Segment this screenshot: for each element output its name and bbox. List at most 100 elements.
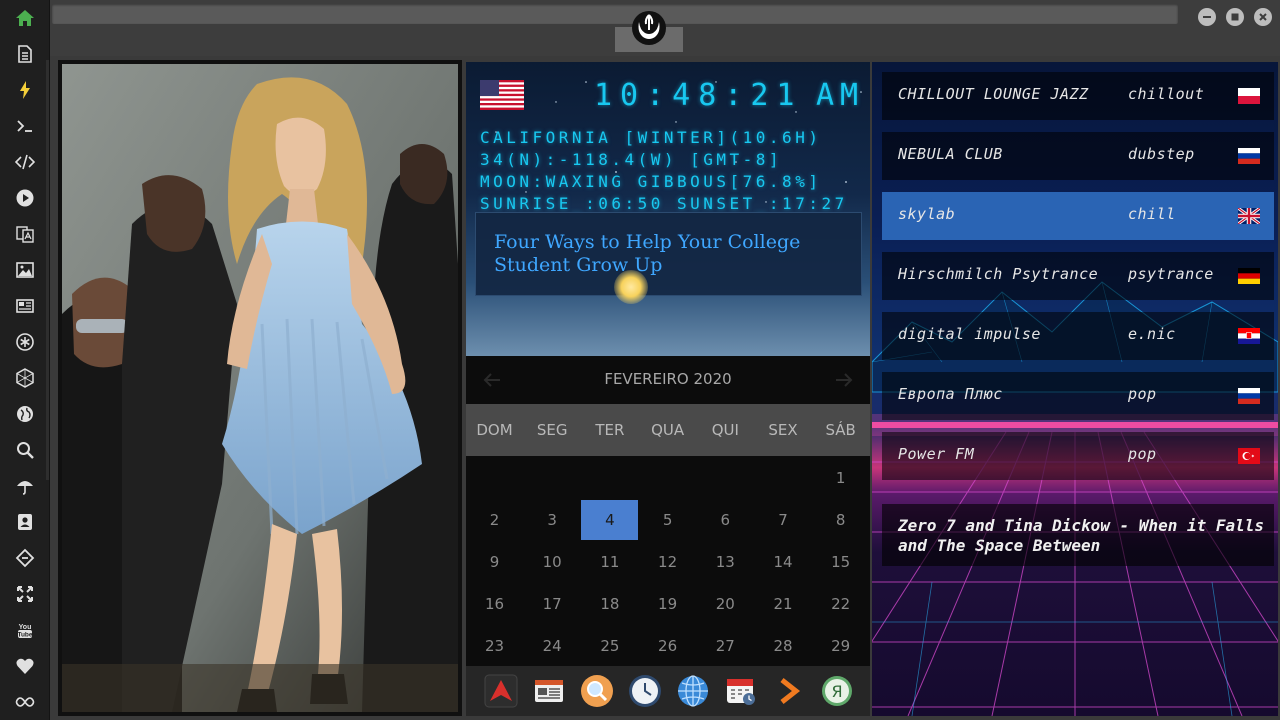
umbrella-icon[interactable] [0,468,50,504]
minimize-icon[interactable] [1198,8,1216,26]
station-row[interactable]: NEBULA CLUB dubstep [882,132,1274,180]
calendar-day[interactable]: 17 [524,584,581,624]
calendar-day[interactable]: 13 [697,542,754,582]
calendar-day[interactable]: 11 [581,542,638,582]
heart-icon[interactable] [0,648,50,684]
clock-app-icon[interactable] [628,674,662,708]
arrow-app-icon[interactable] [484,674,518,708]
sidebar-scrollbar[interactable] [46,60,49,480]
expand-icon[interactable] [0,576,50,612]
calendar-day[interactable]: 5 [639,500,696,540]
calendar-widget: FEVEREIRO 2020 DOM SEG TER QUA QUI SEX SÁB 123… [466,356,870,666]
calendar-day[interactable]: 6 [697,500,754,540]
weekday-header: SEG [536,421,568,439]
calendar-day[interactable]: 9 [466,542,523,582]
now-playing-title: Zero 7 and Tina Dickow - When it Falls a… [898,516,1265,555]
news-card[interactable]: Four Ways to Help Your College Student G… [475,212,862,296]
radio-panel: CHILLOUT LOUNGE JAZZ chillout NEBULA CLUB d… [872,62,1278,716]
translate-icon[interactable] [0,216,50,252]
diamond-link-icon[interactable] [0,540,50,576]
calendar-day[interactable]: 3 [524,500,581,540]
yandex-app-icon[interactable]: Я [820,674,854,708]
calendar-day[interactable]: 8 [812,500,869,540]
calendar-day[interactable]: 20 [697,584,754,624]
calendar-day[interactable]: 21 [755,584,812,624]
globe-icon[interactable] [0,396,50,432]
contact-icon[interactable] [0,504,50,540]
weekday-header: DOM [476,421,513,439]
infinity-icon[interactable] [0,684,50,720]
station-name: Power FM [898,445,975,463]
forward-app-icon[interactable] [772,674,806,708]
svg-text:You: You [19,624,32,631]
search-app-icon[interactable] [580,674,614,708]
calendar-day-today[interactable]: 4 [581,500,639,540]
calendar-day[interactable]: 10 [524,542,581,582]
clock-panel: 10:48:21 AM CALIFORNIA [WINTER](10.6H) 3… [466,62,870,356]
station-name: NEBULA CLUB [898,145,1003,163]
calendar-day[interactable]: 28 [755,626,812,666]
bolt-icon[interactable] [0,72,50,108]
moon-glow [614,270,648,304]
close-icon[interactable] [1254,8,1272,26]
calendar-day[interactable]: 24 [524,626,581,666]
usa-flag-icon [480,80,524,110]
top-bar [50,0,1280,56]
search-icon[interactable] [0,432,50,468]
play-icon[interactable] [0,180,50,216]
station-row[interactable]: Hirschmilch Psytrance psytrance [882,252,1274,300]
station-row[interactable]: Европа Плюс pop [882,372,1274,420]
station-row[interactable]: digital impulse e.nic [882,312,1274,360]
russia-flag-icon [1238,148,1260,164]
next-month-arrow-icon[interactable] [832,368,856,392]
calendar-day[interactable]: 27 [697,626,754,666]
calendar-day[interactable]: 29 [812,626,869,666]
calendar-day[interactable]: 16 [466,584,523,624]
station-genre: psytrance [1128,265,1214,283]
asterisk-icon[interactable] [0,324,50,360]
weekday-header: SÁB [825,421,856,439]
station-row[interactable]: CHILLOUT LOUNGE JAZZ chillout [882,72,1274,120]
station-name: digital impulse [898,325,1041,343]
calendar-day[interactable]: 19 [639,584,696,624]
calendar-day[interactable]: 18 [581,584,638,624]
hexagon-icon[interactable] [0,360,50,396]
clock-location: CALIFORNIA [WINTER](10.6H) [480,128,822,147]
station-row[interactable]: skylab chill [882,192,1274,240]
calendar-day[interactable]: 12 [639,542,696,582]
youtube-icon[interactable]: You Tube [0,612,50,648]
calendar-day[interactable]: 15 [812,542,869,582]
calendar-app-icon[interactable] [724,674,758,708]
clock-time: 10:48:21 [594,78,803,113]
globe-app-icon[interactable] [676,674,710,708]
photo-panel [58,60,462,716]
station-row[interactable]: Power FM pop [882,432,1274,480]
uk-flag-icon [1238,208,1260,224]
logo-tab[interactable] [615,0,683,52]
news-title[interactable]: Four Ways to Help Your College Student G… [494,231,834,277]
calendar-day[interactable]: 7 [755,500,812,540]
now-playing-box: Zero 7 and Tina Dickow - When it Falls a… [882,504,1274,566]
calendar-day[interactable]: 1 [812,458,869,498]
code-icon[interactable] [0,144,50,180]
svg-text:Я: Я [831,682,842,701]
weekday-header: QUA [651,421,685,439]
calendar-day[interactable]: 2 [466,500,523,540]
station-name: CHILLOUT LOUNGE JAZZ [898,85,1089,103]
home-icon[interactable] [0,0,50,36]
image-icon[interactable] [0,252,50,288]
calendar-day[interactable]: 25 [581,626,638,666]
maximize-icon[interactable] [1226,8,1244,26]
station-genre: pop [1128,385,1157,403]
newspaper-icon[interactable] [0,288,50,324]
clock-ampm: AM [816,78,865,113]
calendar-day[interactable]: 14 [755,542,812,582]
calendar-day[interactable]: 22 [812,584,869,624]
calendar-day[interactable]: 23 [466,626,523,666]
terminal-icon[interactable] [0,108,50,144]
clock-coordinates: 34(N):-118.4(W) [GMT-8] [480,150,783,169]
calendar-weekdays: DOM SEG TER QUA QUI SEX SÁB [466,404,870,456]
calendar-day[interactable]: 26 [639,626,696,666]
news-app-icon[interactable] [532,674,566,708]
document-icon[interactable] [0,36,50,72]
